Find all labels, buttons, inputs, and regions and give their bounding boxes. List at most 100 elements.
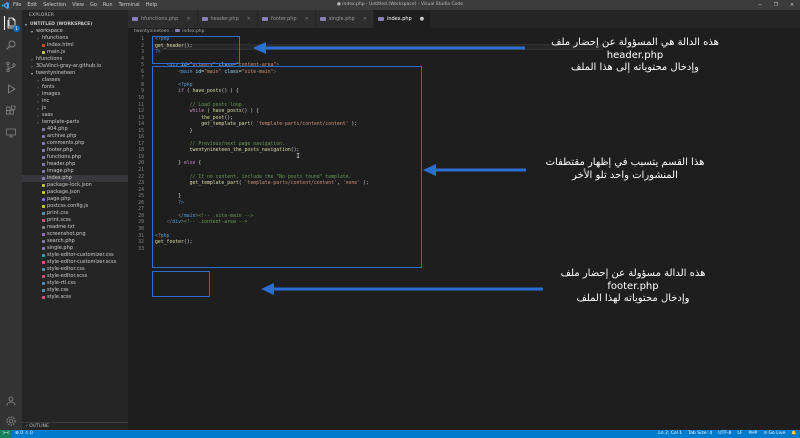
php-file-icon (175, 29, 181, 32)
status-item[interactable]: 🔔 (788, 430, 800, 438)
tree-item-label: functions.php (47, 154, 82, 160)
tree-item[interactable]: › fonts (22, 84, 128, 91)
tree-item[interactable]: screenshot.png (22, 231, 128, 238)
close-icon[interactable]: ✕ (247, 10, 251, 28)
tree-item-label: postcss.config.js (47, 203, 89, 209)
tree-item[interactable]: 404.php (22, 126, 128, 133)
source-control-icon[interactable] (4, 60, 18, 74)
line-number: 15 (138, 128, 144, 134)
tree-item[interactable]: print.scss (22, 217, 128, 224)
breadcrumb-file[interactable]: index.php (182, 29, 204, 34)
tree-item[interactable]: style.scss (22, 294, 128, 301)
tree-item[interactable]: style-editor-customizer.css (22, 252, 128, 259)
breadcrumb-folder[interactable]: twentynineteen (134, 29, 169, 34)
tree-item[interactable]: › sass (22, 112, 128, 119)
tree-item[interactable]: index.php (22, 175, 128, 182)
status-item[interactable]: Tab Size: 4 (685, 430, 715, 438)
tree-item[interactable]: archive.php (22, 133, 128, 140)
maximize-icon[interactable]: ❐ (768, 0, 784, 10)
tree-item[interactable]: print.css (22, 210, 128, 217)
menu-terminal[interactable]: Terminal (116, 0, 143, 10)
file-tree: ▾ UNTITLED (WORKSPACE) ▾ workspace › hfunctio… (22, 21, 128, 301)
tree-item[interactable]: readme.txt (22, 224, 128, 231)
status-item[interactable]: PHP (746, 430, 761, 438)
extensions-icon[interactable] (4, 104, 18, 118)
tree-item[interactable]: ▾ workspace (22, 28, 128, 35)
close-icon[interactable]: ✕ (186, 10, 190, 28)
tree-item[interactable]: ▾ twentynineteen (22, 70, 128, 77)
tree-item[interactable]: › images (22, 91, 128, 98)
menu-file[interactable]: File (10, 0, 24, 10)
menu-view[interactable]: View (69, 0, 87, 10)
tree-item[interactable]: › inc (22, 98, 128, 105)
close-icon[interactable]: ✕ (305, 10, 309, 28)
php-file-icon (132, 17, 138, 21)
status-item[interactable]: UTF-8 (715, 430, 734, 438)
file-type-icon (42, 212, 45, 215)
menu-edit[interactable]: Edit (24, 0, 40, 10)
menu-selection[interactable]: Selection (40, 0, 69, 10)
tree-item[interactable]: search.php (22, 238, 128, 245)
tree-item[interactable]: › classes (22, 77, 128, 84)
tab-footer-php[interactable]: footer.php ✕ (257, 10, 316, 28)
run-debug-icon[interactable] (4, 82, 18, 96)
tree-item[interactable]: style-rtl.css (22, 280, 128, 287)
outline-section[interactable]: › OUTLINE (22, 422, 128, 430)
tree-item[interactable]: functions.php (22, 154, 128, 161)
remote-explorer-icon[interactable] (4, 126, 18, 140)
tree-item[interactable]: footer.php (22, 147, 128, 154)
line-number: 14 (138, 122, 144, 128)
loop-note-line-1: هذا القسم يتسبب في إظهار مقتطفات (545, 157, 705, 168)
tab-header-php[interactable]: header.php ✕ (197, 10, 258, 28)
tree-item[interactable]: › js (22, 105, 128, 112)
tree-item[interactable]: › hfunctions (22, 56, 128, 63)
remote-indicator-icon[interactable]: >< (0, 430, 12, 438)
tree-item[interactable]: ▾ UNTITLED (WORKSPACE) (22, 21, 128, 28)
account-icon[interactable] (4, 394, 18, 408)
minimize-icon[interactable]: ─ (752, 0, 768, 10)
tree-item-label: index.html (47, 42, 74, 48)
tree-item[interactable]: › 3DaVinci-gray-ar.github.io (22, 63, 128, 70)
close-icon[interactable]: ✕ (363, 10, 367, 28)
menu-go[interactable]: Go (87, 0, 100, 10)
tree-item[interactable]: page.php (22, 196, 128, 203)
tree-item[interactable]: › template-parts (22, 119, 128, 126)
tree-item[interactable]: header.php (22, 161, 128, 168)
tree-item[interactable]: style-editor.scss (22, 273, 128, 280)
tab-single-php[interactable]: single.php ✕ (315, 10, 374, 28)
tree-item[interactable]: main.js (22, 49, 128, 56)
vscode-window: File Edit Selection View Go Run Terminal Help ●… (0, 0, 800, 438)
tab-index-php[interactable]: index.php ● (373, 10, 432, 28)
tree-item-label: print.css (47, 210, 69, 216)
chevron-right-icon: › (31, 57, 33, 62)
menu-help[interactable]: Help (143, 0, 160, 10)
line-number: 2 (141, 43, 144, 49)
line-number: 4 (141, 56, 144, 62)
settings-gear-icon[interactable] (4, 414, 18, 428)
tree-item[interactable]: single.php (22, 245, 128, 252)
line-number: 23 (138, 181, 144, 187)
search-icon[interactable] (4, 38, 18, 52)
problems-indicator[interactable]: ⊗ 0 ⚠ 0 (12, 430, 36, 438)
tree-item[interactable]: style.css (22, 287, 128, 294)
tree-item[interactable]: package-lock.json (22, 182, 128, 189)
tree-item[interactable]: index.html (22, 42, 128, 49)
close-icon[interactable]: ✕ (784, 0, 800, 10)
tree-item[interactable]: image.php (22, 168, 128, 175)
tree-item[interactable]: package.json (22, 189, 128, 196)
tree-item-label: package-lock.json (47, 182, 92, 188)
tree-item[interactable]: style-editor.css (22, 266, 128, 273)
status-item[interactable]: Ln 2, Col 1 (655, 430, 685, 438)
tab-hfunctions-php[interactable]: hfunctions.php ✕ (128, 10, 198, 28)
tree-item[interactable]: style-editor-customizer.scss (22, 259, 128, 266)
status-item[interactable]: LF (734, 430, 745, 438)
menu-run[interactable]: Run (100, 0, 116, 10)
tree-item-label: workspace (36, 28, 63, 34)
tree-item[interactable]: comments.php (22, 140, 128, 147)
chevron-down-icon: ▾ (30, 71, 33, 76)
status-item[interactable]: ⊙ Go Live (760, 430, 788, 438)
unsaved-dot-icon[interactable]: ● (420, 10, 424, 28)
tree-item[interactable]: › hfunctions (22, 35, 128, 42)
tree-item-label: fonts (42, 84, 55, 90)
tree-item[interactable]: postcss.config.js (22, 203, 128, 210)
